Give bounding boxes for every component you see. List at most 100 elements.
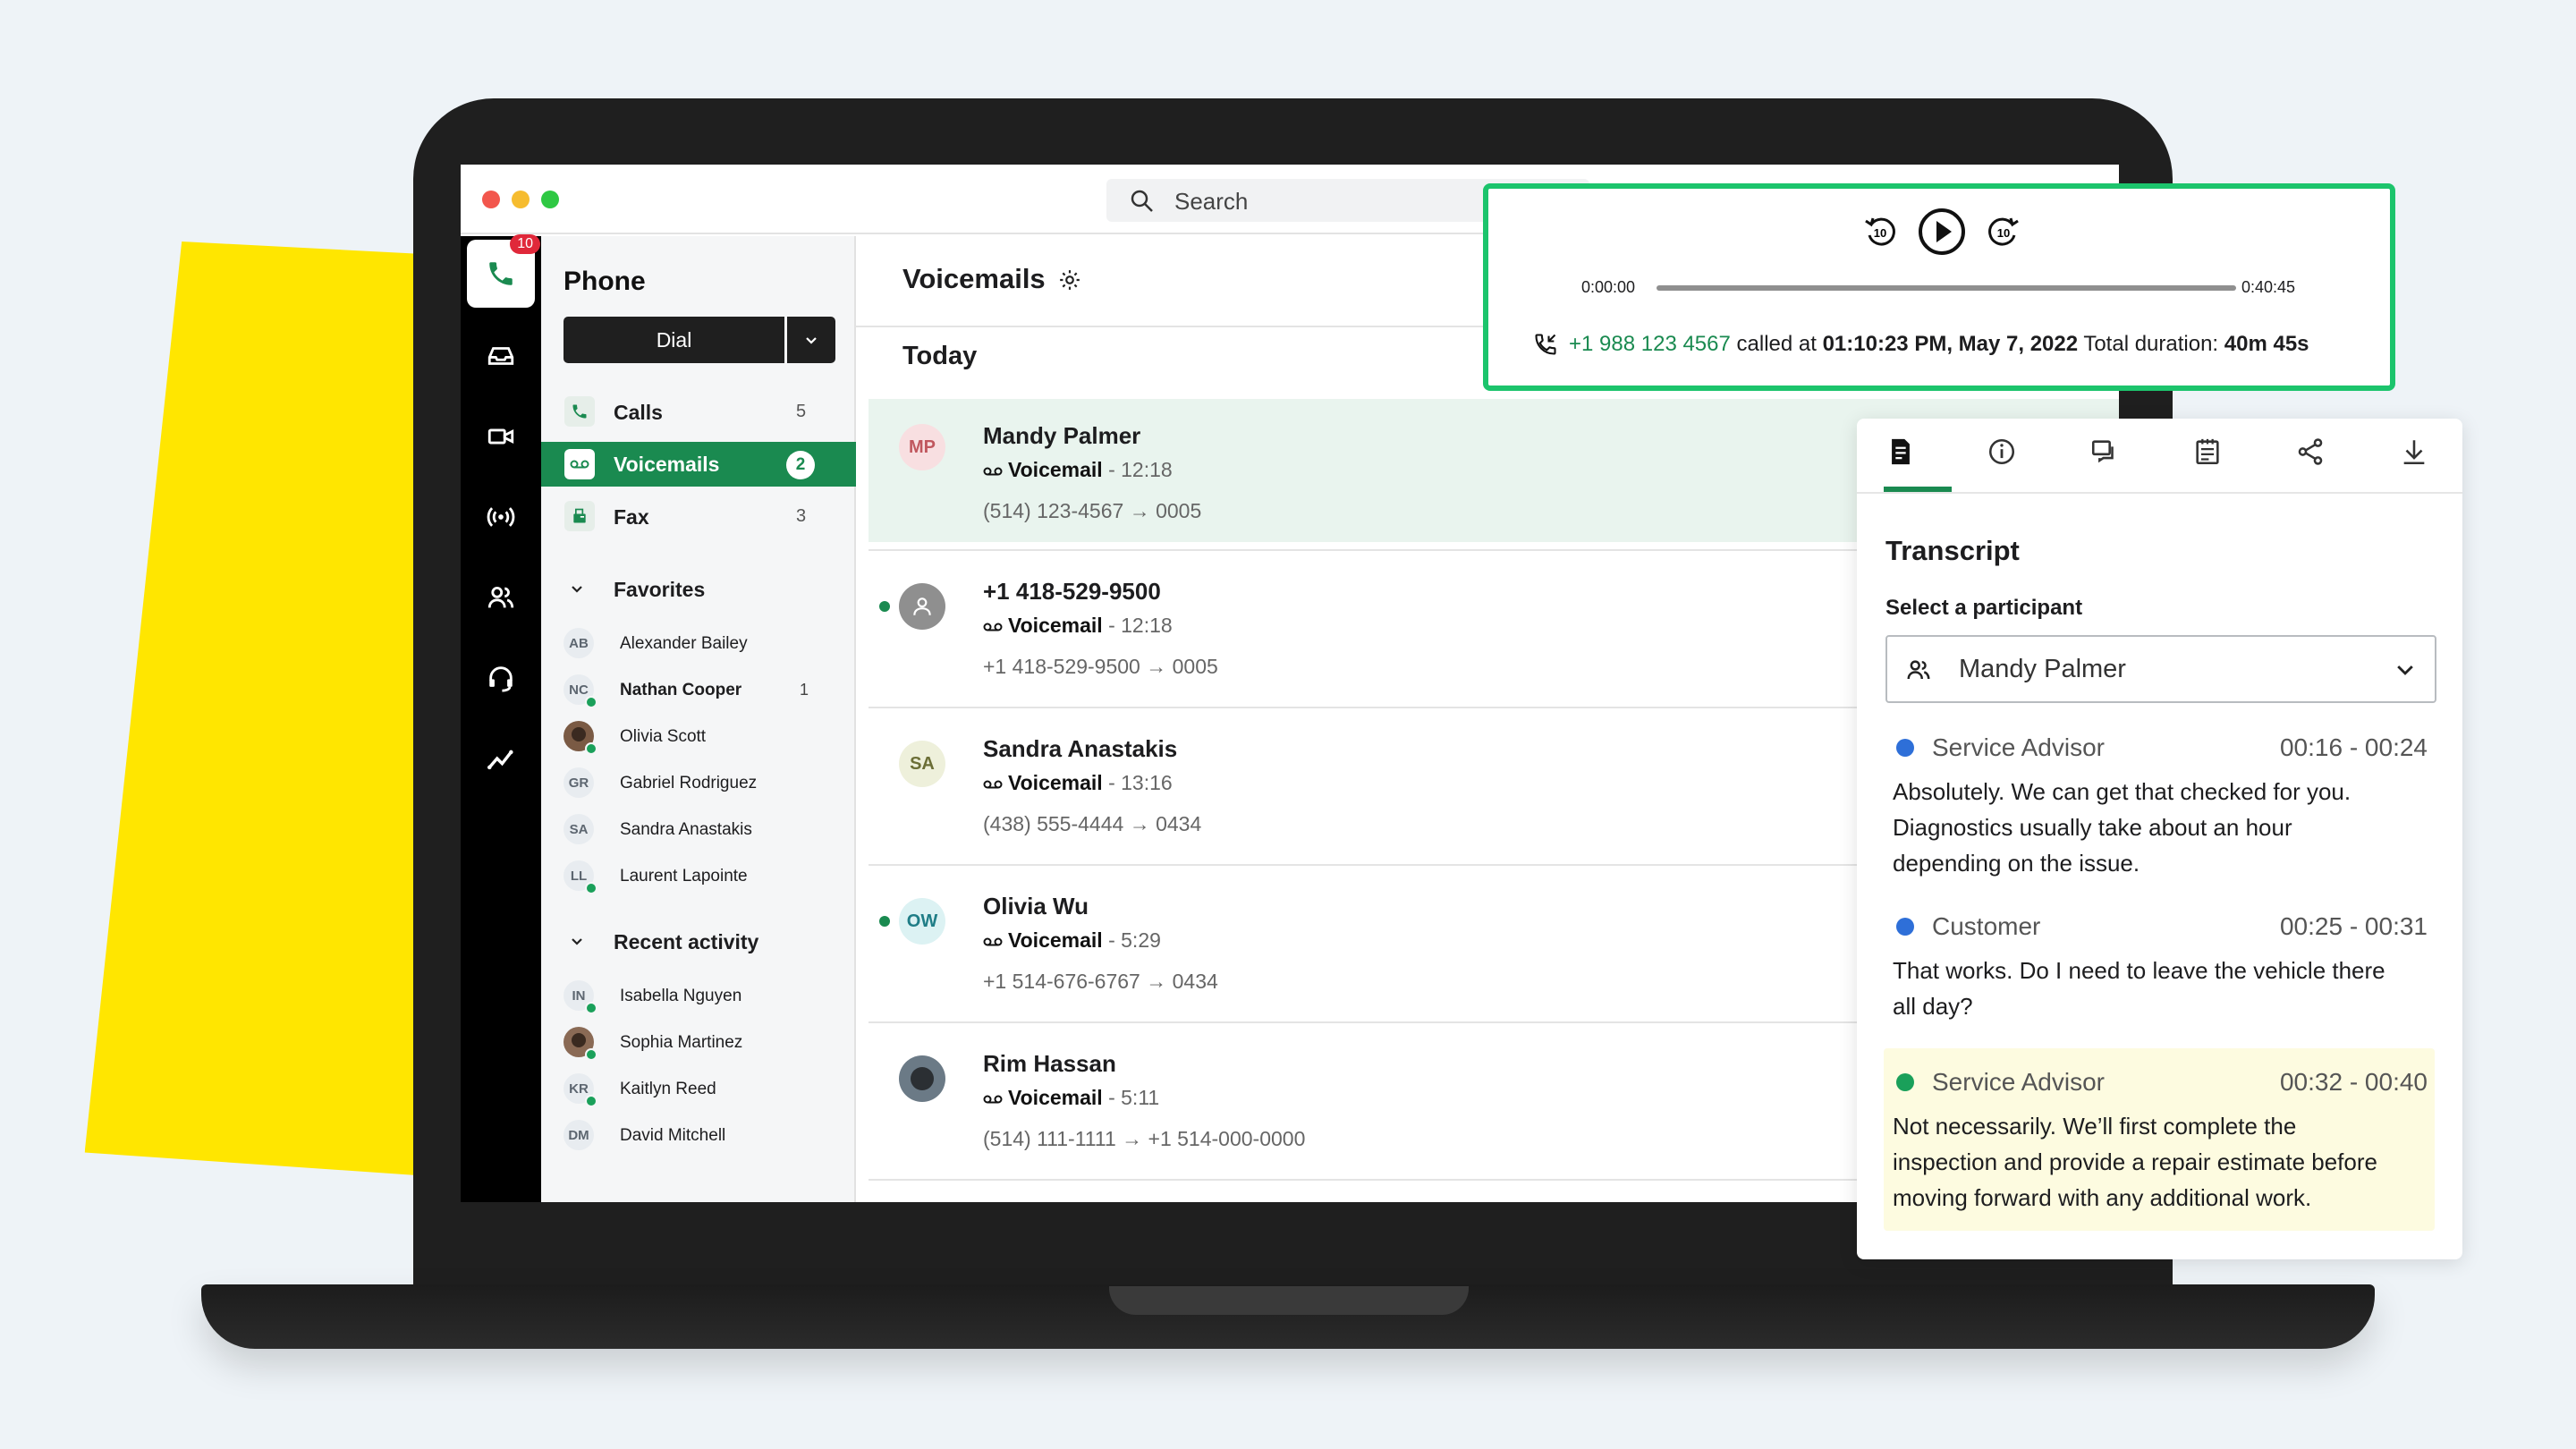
route: (514) 111-1111 → +1 514-000-0000 bbox=[983, 1127, 1306, 1150]
arrow-right-icon: → bbox=[1129, 499, 1150, 522]
download-icon[interactable] bbox=[2399, 436, 2429, 467]
avatar-photo bbox=[564, 721, 597, 755]
avatar: OW bbox=[899, 898, 945, 945]
svg-text:10: 10 bbox=[1997, 226, 2010, 240]
speaker-name: Service Advisor bbox=[1932, 1068, 2105, 1096]
favorite-item[interactable]: Olivia Scott bbox=[541, 714, 856, 758]
notification-badge: 10 bbox=[510, 234, 540, 254]
avatar: NC bbox=[564, 674, 597, 708]
transcript-line: Absolutely. We can get that checked for … bbox=[1893, 778, 2351, 805]
voicemail-player: 10 10 0:00:00 0:40:45 +1 988 123 4567 ca… bbox=[1483, 183, 2395, 391]
rail-support[interactable] bbox=[467, 644, 535, 712]
rail-analytics[interactable] bbox=[467, 724, 535, 792]
transcript-icon[interactable] bbox=[1885, 436, 1916, 467]
transcript-line: That works. Do I need to leave the vehic… bbox=[1893, 957, 2385, 984]
maximize-window-button[interactable] bbox=[541, 191, 559, 208]
transcript-segment-active: Service Advisor 00:32 - 00:40 Not necess… bbox=[1884, 1048, 2435, 1231]
recent-item[interactable]: DM David Mitchell bbox=[541, 1113, 856, 1157]
favorite-item[interactable]: LL Laurent Lapointe bbox=[541, 853, 856, 898]
recent-activity-header[interactable]: Recent activity bbox=[541, 923, 856, 959]
fax-icon bbox=[564, 501, 595, 531]
nav-voicemails[interactable]: Voicemails 2 bbox=[541, 442, 856, 487]
incoming-call-icon bbox=[1535, 334, 1556, 355]
section-today: Today bbox=[902, 342, 978, 370]
dial-button[interactable]: Dial bbox=[564, 317, 784, 363]
recent-item[interactable]: IN Isabella Nguyen bbox=[541, 973, 856, 1018]
participant-select[interactable]: Mandy Palmer bbox=[1885, 635, 2436, 703]
unread-dot bbox=[879, 601, 890, 612]
speaker-name: Service Advisor bbox=[1932, 733, 2105, 761]
favorite-item[interactable]: GR Gabriel Rodriguez bbox=[541, 760, 856, 805]
app-rail: 10 bbox=[461, 234, 541, 1202]
nav-calls[interactable]: Calls 5 bbox=[541, 390, 856, 435]
chevron-down-icon bbox=[806, 337, 817, 344]
arrow-right-icon: → bbox=[1129, 812, 1150, 835]
chevron-down-icon bbox=[2397, 665, 2413, 675]
avatar: IN bbox=[564, 980, 597, 1014]
nav-count: 3 bbox=[796, 506, 807, 526]
speaker-dot bbox=[1896, 739, 1914, 757]
panel-tabs bbox=[1857, 419, 2462, 494]
unread-dot bbox=[879, 916, 890, 927]
dial-label: Dial bbox=[656, 327, 692, 352]
progress-track[interactable] bbox=[1657, 285, 2236, 291]
gear-icon[interactable] bbox=[1058, 268, 1081, 292]
rewind-10-icon[interactable]: 10 bbox=[1862, 214, 1898, 250]
svg-text:10: 10 bbox=[1874, 226, 1886, 240]
minimize-window-button[interactable] bbox=[512, 191, 530, 208]
arrow-right-icon: → bbox=[1146, 655, 1167, 678]
route: (514) 123-4567 → 0005 bbox=[983, 499, 1202, 522]
nav-count-badge: 2 bbox=[786, 451, 815, 479]
phone-pane: Phone Dial Calls 5 Voicemails 2 Fax 3 Fa… bbox=[541, 236, 856, 1202]
recent-item[interactable]: KR Kaitlyn Reed bbox=[541, 1066, 856, 1111]
favorite-item[interactable]: SA Sandra Anastakis bbox=[541, 807, 856, 852]
people-icon bbox=[487, 586, 514, 608]
voicemail-meta: Voicemail - 12:18 bbox=[983, 458, 1173, 482]
dial-options-button[interactable] bbox=[787, 317, 835, 363]
contact-name: Laurent Lapointe bbox=[620, 867, 748, 886]
speaker-name: Customer bbox=[1932, 912, 2041, 940]
play-icon[interactable] bbox=[1918, 208, 1966, 256]
rail-inbox[interactable] bbox=[467, 322, 535, 390]
transcript-line: all day? bbox=[1893, 993, 1973, 1020]
arrow-right-icon: → bbox=[1122, 1127, 1143, 1150]
route: +1 418-529-9500 → 0005 bbox=[983, 655, 1218, 678]
forward-10-icon[interactable]: 10 bbox=[1986, 214, 2021, 250]
favorites-header[interactable]: Favorites bbox=[541, 571, 856, 606]
online-status-icon bbox=[585, 696, 597, 708]
transcript-panel: Transcript Select a participant Mandy Pa… bbox=[1857, 419, 2462, 1259]
analytics-icon bbox=[487, 750, 513, 770]
favorite-item[interactable]: AB Alexander Bailey bbox=[541, 621, 856, 665]
info-icon[interactable] bbox=[1987, 436, 2017, 467]
nav-fax[interactable]: Fax 3 bbox=[541, 494, 856, 538]
speaker-dot bbox=[1896, 918, 1914, 936]
inbox-icon bbox=[487, 347, 514, 365]
rail-contacts[interactable] bbox=[467, 564, 535, 631]
chevron-down-icon bbox=[572, 938, 582, 945]
voicemail-meta: Voicemail - 12:18 bbox=[983, 614, 1173, 638]
avatar: GR bbox=[564, 767, 594, 798]
online-status-icon bbox=[585, 1002, 597, 1014]
video-icon bbox=[487, 428, 514, 445]
messages-icon[interactable] bbox=[2089, 436, 2120, 467]
rail-phone[interactable]: 10 bbox=[467, 234, 540, 308]
rail-video[interactable] bbox=[467, 402, 535, 470]
avatar: SA bbox=[899, 741, 945, 787]
avatar-photo bbox=[564, 1027, 597, 1061]
contact-name: Olivia Scott bbox=[620, 727, 707, 746]
voicemail-icon bbox=[983, 1095, 1003, 1104]
rail-broadcast[interactable] bbox=[467, 483, 535, 551]
share-icon[interactable] bbox=[2295, 436, 2326, 467]
caller-name: Rim Hassan bbox=[983, 1050, 1116, 1077]
panel-title: Transcript bbox=[1885, 535, 2020, 566]
recent-item[interactable]: Sophia Martinez bbox=[541, 1020, 856, 1064]
pane-title: Phone bbox=[564, 267, 646, 296]
notes-icon[interactable] bbox=[2192, 436, 2223, 467]
contact-name: Kaitlyn Reed bbox=[620, 1080, 716, 1098]
voicemail-icon bbox=[983, 467, 1003, 476]
favorite-item[interactable]: NC Nathan Cooper 1 bbox=[541, 667, 856, 712]
contact-name: Isabella Nguyen bbox=[620, 987, 742, 1005]
close-window-button[interactable] bbox=[482, 191, 500, 208]
voicemail-icon bbox=[983, 937, 1003, 946]
avatar: LL bbox=[564, 860, 597, 894]
